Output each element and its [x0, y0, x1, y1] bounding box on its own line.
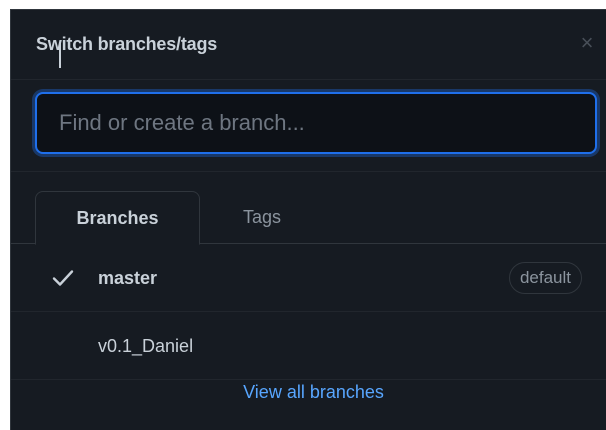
tab-bar: Branches Tags — [11, 172, 606, 245]
text-cursor — [59, 42, 61, 68]
default-badge: default — [508, 262, 582, 294]
tab-tags[interactable]: Tags — [207, 191, 317, 244]
close-icon[interactable]: × — [576, 32, 598, 54]
panel-header: Switch branches/tags × — [11, 10, 606, 80]
branch-item-master[interactable]: master default — [11, 244, 606, 312]
branch-switcher-panel: Switch branches/tags × Branches Tags mas… — [10, 9, 606, 430]
view-all-branches-link[interactable]: View all branches — [11, 382, 606, 403]
branch-search-input[interactable] — [35, 92, 597, 154]
branch-name: v0.1_Daniel — [98, 336, 194, 356]
check-icon — [52, 270, 74, 286]
branch-name: master — [98, 268, 158, 288]
search-section — [11, 80, 606, 172]
tab-branches[interactable]: Branches — [35, 191, 200, 245]
branch-item-v0-1-daniel[interactable]: v0.1_Daniel — [11, 312, 606, 380]
panel-title: Switch branches/tags — [36, 34, 218, 54]
